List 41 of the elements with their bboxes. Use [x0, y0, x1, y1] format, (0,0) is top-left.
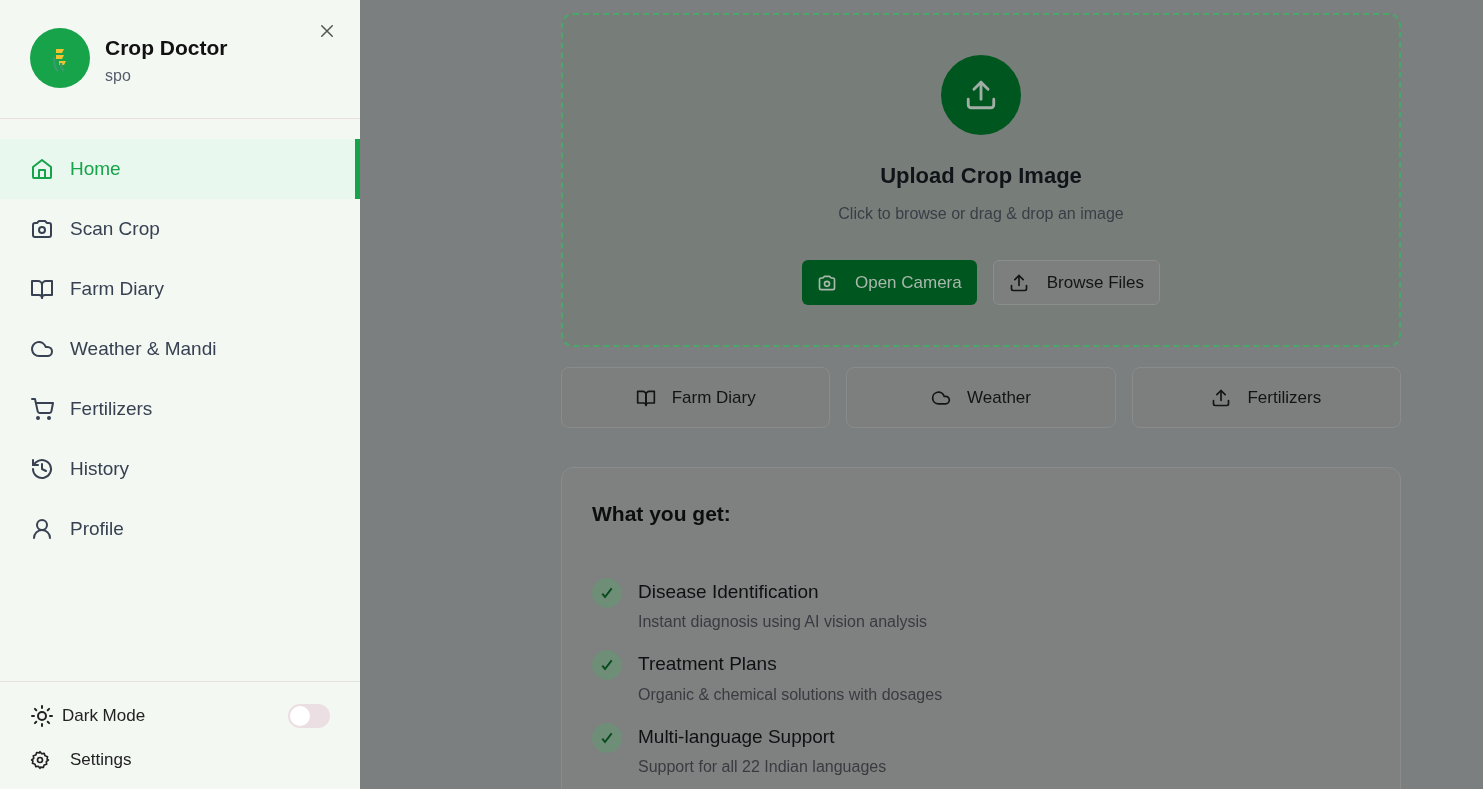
upload-icon: [1008, 272, 1029, 293]
upload-hint: Click to browse or drag & drop an image: [838, 204, 1124, 224]
quick-link-button[interactable]: Farm Diary: [561, 367, 831, 428]
upload-icon: [1211, 387, 1232, 408]
check-icon: [592, 577, 622, 608]
browse-button[interactable]: Browse Files: [992, 260, 1161, 305]
app-subtitle: spo: [105, 65, 132, 86]
cart-icon: [30, 397, 54, 421]
check-icon: [592, 650, 622, 680]
feature-description: Support for all 22 Indian languages: [638, 757, 887, 777]
nav-item[interactable]: Profile: [0, 499, 360, 559]
home-icon: [30, 157, 54, 181]
logo-icon: [30, 28, 90, 88]
sun-icon: [30, 704, 54, 728]
close-icon: [318, 22, 336, 40]
feature-title: Treatment Plans: [638, 652, 778, 676]
dark-mode-toggle[interactable]: [288, 704, 330, 728]
nav-item[interactable]: Weather & Mandi: [0, 319, 360, 379]
nav-item[interactable]: Fertilizers: [0, 379, 360, 439]
camera-button[interactable]: Open Camera: [801, 260, 977, 305]
features-title: What you get:: [592, 501, 732, 527]
upload-title: Upload Crop Image: [880, 162, 1082, 190]
settings-icon: [30, 750, 50, 770]
app-title: Crop Doctor: [105, 35, 228, 61]
feature-title: Disease Identification: [638, 579, 820, 604]
nav-item[interactable]: History: [0, 439, 360, 499]
settings-link[interactable]: Settings: [30, 738, 132, 782]
camera-icon: [30, 217, 54, 241]
quick-link-button[interactable]: Weather: [846, 367, 1116, 428]
check-icon: [592, 722, 622, 753]
quick-link-button[interactable]: Fertilizers: [1131, 367, 1401, 428]
nav-item[interactable]: Farm Diary: [0, 259, 360, 319]
upload-dropzone[interactable]: Upload Crop Image Click to browse or drag & drop an image Open Camera Browse Files: [561, 13, 1401, 347]
feature-description: Organic & chemical solutions with dosages: [638, 684, 943, 705]
nav-item[interactable]: Scan Crop: [0, 199, 360, 259]
book-icon: [30, 277, 54, 301]
feature-description: Instant diagnosis using AI vision analysis: [638, 612, 928, 632]
user-icon: [30, 517, 54, 541]
history-icon: [30, 457, 54, 481]
dark-mode-label: Dark Mode: [62, 705, 146, 728]
feature-title: Multi-language Support: [638, 724, 836, 749]
